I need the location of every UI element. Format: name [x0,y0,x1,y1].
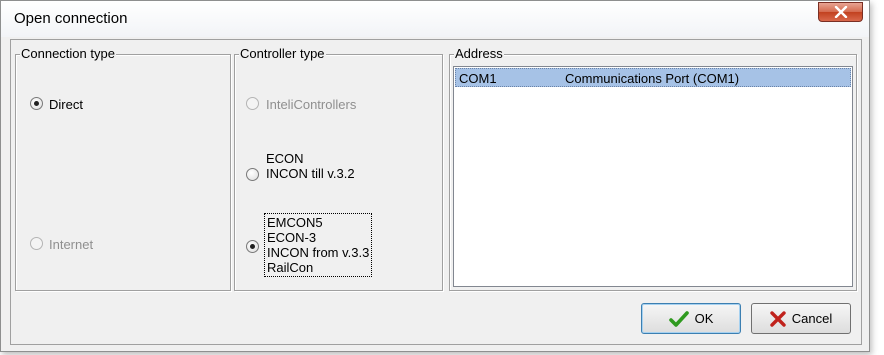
connection-type-group: Connection type Direct Internet [15,46,231,291]
address-port-cell: COM1 [459,71,497,86]
address-description-cell: Communications Port (COM1) [565,71,740,86]
close-icon [834,6,847,18]
cancel-button[interactable]: Cancel [751,303,851,334]
x-icon [770,310,786,327]
emcon5-radio[interactable] [246,240,259,253]
direct-radio[interactable] [30,97,43,110]
address-group: Address COM1 Communications Port (COM1) [449,46,857,291]
title-bar[interactable]: Open connection [1,1,869,37]
address-legend: Address [454,46,504,62]
cancel-button-label: Cancel [791,311,833,326]
internet-radio [30,237,43,250]
intelicontrollers-label: InteliControllers [266,97,357,112]
window-title: Open connection [14,10,128,27]
ok-button-label: OK [694,311,714,326]
emcon5-label[interactable]: EMCON5 ECON-3 INCON from v.3.3 RailCon [264,213,373,277]
ok-button[interactable]: OK [641,303,741,334]
controller-type-group: Controller type InteliControllers ECON I… [234,46,443,291]
econ-label[interactable]: ECON INCON till v.3.2 [266,151,355,181]
direct-label[interactable]: Direct [49,97,83,112]
econ-radio[interactable] [246,168,259,181]
intelicontrollers-radio [246,97,259,110]
controller-type-legend: Controller type [239,46,326,62]
internet-label: Internet [49,237,94,252]
address-row-com1[interactable]: COM1 Communications Port (COM1) [455,68,851,87]
close-button[interactable] [818,2,863,22]
dialog-body: Connection type Direct Internet Controll… [10,39,862,345]
connection-type-legend: Connection type [20,46,116,62]
address-list[interactable]: COM1 Communications Port (COM1) [453,66,853,287]
open-connection-dialog: Open connection Connection type Direct I… [0,0,870,352]
checkmark-icon [668,310,689,327]
